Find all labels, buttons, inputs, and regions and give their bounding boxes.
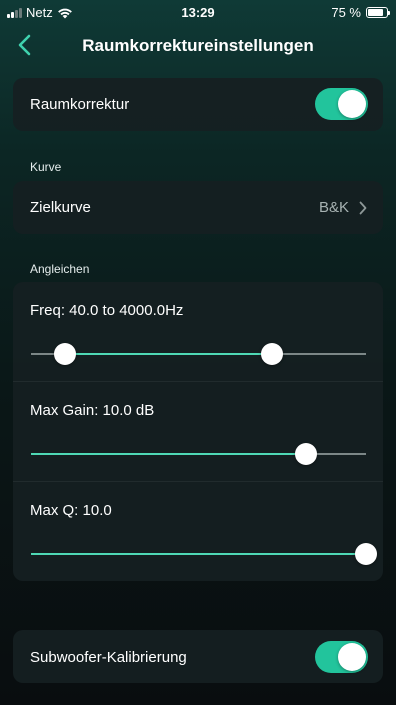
equalize-card: Freq: 40.0 to 4000.0Hz Max Gain: 10.0 dB… xyxy=(13,282,383,581)
room-correction-label: Raumkorrektur xyxy=(30,96,130,113)
page-title: Raumkorrektureinstellungen xyxy=(82,36,314,55)
subwoofer-calibration-toggle[interactable] xyxy=(315,641,368,673)
subwoofer-calibration-row: Subwoofer-Kalibrierung xyxy=(13,630,383,683)
target-curve-value: B&K xyxy=(318,199,349,216)
room-correction-row: Raumkorrektur xyxy=(13,78,383,131)
max-gain-slider-active xyxy=(31,453,306,455)
max-q-slider[interactable] xyxy=(31,543,377,565)
subwoofer-calibration-label: Subwoofer-Kalibrierung xyxy=(30,649,187,666)
freq-label: Freq: 40.0 to 4000.0Hz xyxy=(30,302,184,319)
max-q-thumb[interactable] xyxy=(355,543,377,565)
nav-bar: Raumkorrektureinstellungen xyxy=(0,30,396,60)
max-gain-label: Max Gain: 10.0 dB xyxy=(30,402,155,419)
max-gain-thumb[interactable] xyxy=(294,443,317,465)
toggle-knob xyxy=(338,643,366,671)
chevron-right-icon xyxy=(359,201,367,214)
max-q-label: Max Q: 10.0 xyxy=(30,502,112,519)
max-gain-slider[interactable] xyxy=(31,443,366,465)
target-curve-label: Zielkurve xyxy=(30,199,91,216)
freq-range-slider[interactable] xyxy=(31,343,366,365)
freq-low-thumb[interactable] xyxy=(53,343,76,365)
battery-icon xyxy=(366,7,390,18)
divider xyxy=(13,381,383,382)
freq-slider-active-range xyxy=(64,353,273,355)
room-correction-toggle[interactable] xyxy=(315,88,368,120)
section-header-curve: Kurve xyxy=(30,160,62,174)
divider xyxy=(13,481,383,482)
target-curve-row[interactable]: Zielkurve B&K xyxy=(13,181,383,234)
max-q-slider-active xyxy=(31,553,366,555)
battery-percent: 75 % xyxy=(331,5,361,20)
toggle-knob xyxy=(338,90,366,118)
freq-high-thumb[interactable] xyxy=(261,343,284,365)
section-header-equalize: Angleichen xyxy=(30,262,90,276)
status-bar: Netz 13:29 75 % xyxy=(0,0,396,26)
